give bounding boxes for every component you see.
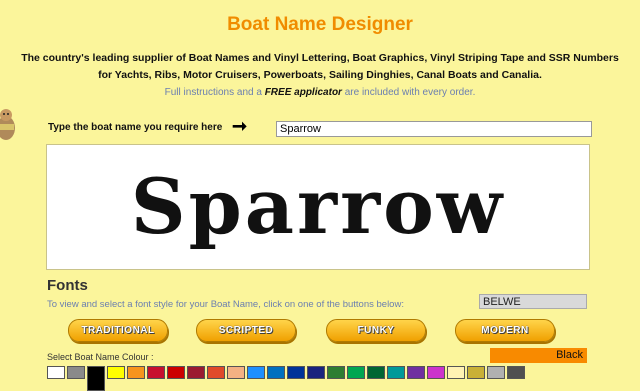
colour-swatch[interactable] <box>307 366 325 379</box>
colour-swatch[interactable] <box>347 366 365 379</box>
colour-swatch[interactable] <box>47 366 65 379</box>
colour-swatch[interactable] <box>487 366 505 379</box>
funky-font-button[interactable]: FUNKY <box>326 319 426 342</box>
tagline-line-2: for Yachts, Ribs, Motor Cruisers, Powerb… <box>98 69 542 81</box>
colour-swatch[interactable] <box>187 366 205 379</box>
colour-swatch[interactable] <box>127 366 145 379</box>
colour-swatch[interactable] <box>367 366 385 379</box>
colour-swatch[interactable] <box>67 366 85 379</box>
colour-label: Select Boat Name Colour : <box>47 352 154 362</box>
colour-swatch[interactable] <box>427 366 445 379</box>
colour-swatch[interactable] <box>387 366 405 379</box>
info-text-after: are included with every order. <box>341 87 476 98</box>
colour-swatch[interactable] <box>287 366 305 379</box>
colour-swatches <box>47 366 527 391</box>
colour-swatch[interactable] <box>227 366 245 379</box>
info-text: Full instructions and a FREE applicator … <box>0 87 640 98</box>
fonts-instruction: To view and select a font style for your… <box>47 299 404 310</box>
modern-font-button[interactable]: MODERN <box>455 319 555 342</box>
page-title: Boat Name Designer <box>227 14 413 35</box>
traditional-font-button[interactable]: TRADITIONAL <box>68 319 168 342</box>
colour-swatch[interactable] <box>207 366 225 379</box>
colour-swatch[interactable] <box>407 366 425 379</box>
colour-swatch[interactable] <box>87 366 105 391</box>
colour-swatch[interactable] <box>107 366 125 379</box>
colour-swatch[interactable] <box>327 366 345 379</box>
boat-name-input[interactable] <box>276 121 592 137</box>
colour-swatch[interactable] <box>507 366 525 379</box>
colour-swatch[interactable] <box>447 366 465 379</box>
fonts-heading: Fonts <box>47 277 88 294</box>
selected-colour-display: Black <box>490 348 587 363</box>
colour-swatch[interactable] <box>467 366 485 379</box>
colour-swatch[interactable] <box>247 366 265 379</box>
selected-font-display: BELWE <box>479 294 587 309</box>
mascot-icon <box>0 109 15 140</box>
tagline-line-1: The country's leading supplier of Boat N… <box>21 52 619 64</box>
name-preview: Sparrow <box>46 144 590 270</box>
info-text-bold: FREE applicator <box>264 87 342 98</box>
colour-swatch[interactable] <box>167 366 185 379</box>
name-prompt: Type the boat name you require here <box>48 122 223 133</box>
tagline: The country's leading supplier of Boat N… <box>0 50 640 84</box>
preview-text: Sparrow <box>130 162 506 251</box>
scripted-font-button[interactable]: SCRIPTED <box>196 319 296 342</box>
info-text-before: Full instructions and a <box>164 87 265 98</box>
arrow-right-icon: ➞ <box>232 116 248 136</box>
colour-swatch[interactable] <box>147 366 165 379</box>
colour-swatch[interactable] <box>267 366 285 379</box>
